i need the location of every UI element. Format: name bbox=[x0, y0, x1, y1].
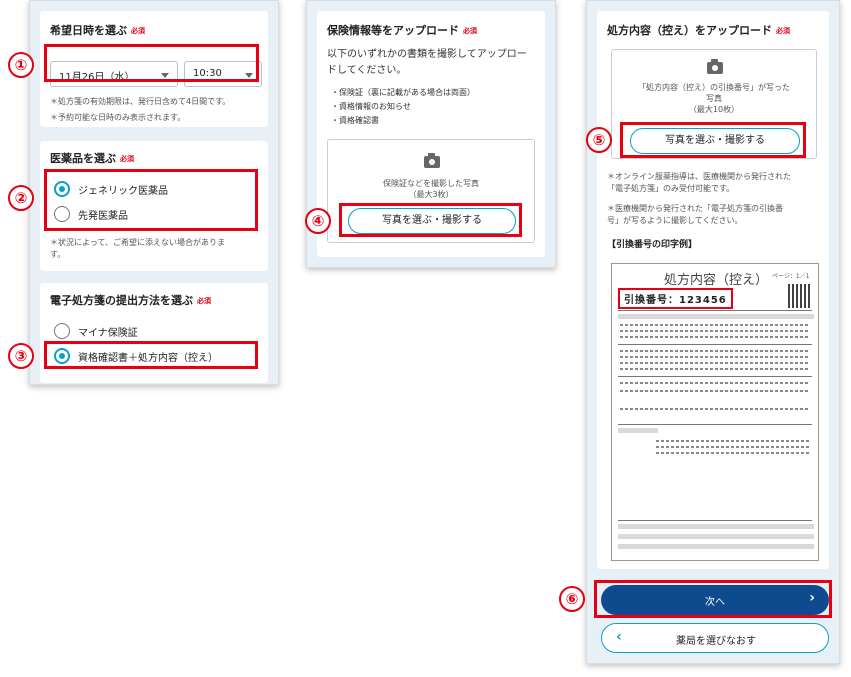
sample-text-row bbox=[620, 330, 810, 332]
required-badge: 必須 bbox=[120, 155, 134, 163]
sample-text-row bbox=[620, 408, 810, 410]
document-list-item: ・資格確認書 bbox=[331, 116, 379, 125]
required-badge: 必須 bbox=[776, 27, 790, 35]
prescription-sample-image: 処方内容（控え） ページ：1／1 引換番号：123456 bbox=[611, 263, 819, 561]
highlight-box-5 bbox=[620, 122, 806, 158]
divider bbox=[618, 520, 812, 521]
screen-prescription-upload: 処方内容（控え）をアップロード 必須 「処方内容（控え）の引換番号」が写った 写真… bbox=[586, 0, 840, 664]
insurance-upload-title: 保険情報等をアップロード 必須 bbox=[327, 24, 477, 37]
sample-text-row bbox=[656, 440, 810, 442]
sample-text-row bbox=[656, 446, 810, 448]
prescription-upload-hint: 「処方内容（控え）の引換番号」が写った 写真 （最大10枚） bbox=[638, 83, 790, 114]
medicine-note: ＊状況によって、ご希望に添えない場合がありま す。 bbox=[50, 238, 225, 259]
reselect-pharmacy-label: 薬局を選びなおす bbox=[676, 636, 756, 647]
highlight-box-4 bbox=[339, 203, 522, 237]
prescription-note-online: ＊オンライン服薬指導は、医療機関から発行された 「電子処方箋」のみ受付可能です。 bbox=[607, 172, 791, 193]
sample-footer-row bbox=[618, 534, 814, 539]
divider bbox=[618, 344, 812, 345]
camera-icon bbox=[707, 59, 723, 74]
radio-my-number-card-label: マイナ保険証 bbox=[78, 327, 138, 339]
divider bbox=[618, 310, 812, 311]
sample-text-row bbox=[620, 350, 810, 352]
example-label: 【引換番号の印字例】 bbox=[607, 240, 698, 250]
date-note-expiry: ＊処方箋の有効期限は、発行日含めて4日間です。 bbox=[50, 97, 231, 106]
insurance-upload-hint: 保険証などを撮影した写真 （最大3枚） bbox=[383, 179, 479, 199]
insurance-upload-description: 以下のいずれかの書類を撮影してアップロー ドしてください。 bbox=[327, 49, 527, 76]
marker-6: ⑥ bbox=[559, 586, 585, 612]
sample-text-row bbox=[620, 362, 810, 364]
divider bbox=[618, 376, 812, 377]
sample-text-row bbox=[620, 324, 810, 326]
camera-icon bbox=[424, 153, 440, 168]
sample-text-row bbox=[620, 368, 810, 370]
document-list-item: ・資格情報のお知らせ bbox=[331, 102, 411, 111]
prescription-note-photo: ＊医療機関から発行された「電子処方箋の引換番 号」が写るように撮影してください。 bbox=[607, 204, 783, 225]
highlight-box-1 bbox=[44, 44, 259, 82]
highlight-box-6 bbox=[594, 580, 832, 618]
marker-3: ③ bbox=[8, 343, 34, 369]
marker-5: ⑤ bbox=[586, 127, 612, 153]
sample-header-row bbox=[618, 314, 814, 319]
required-badge: 必須 bbox=[131, 27, 145, 35]
prescription-upload-card: 処方内容（控え）をアップロード 必須 「処方内容（控え）の引換番号」が写った 写真… bbox=[597, 11, 829, 569]
marker-4: ④ bbox=[305, 208, 331, 234]
date-section-title: 希望日時を選ぶ 必須 bbox=[50, 24, 145, 37]
highlight-box-2 bbox=[44, 169, 258, 231]
medicine-section-title: 医薬品を選ぶ 必須 bbox=[50, 152, 134, 165]
reselect-pharmacy-button[interactable]: ‹ 薬局を選びなおす bbox=[601, 623, 829, 653]
marker-2: ② bbox=[8, 185, 34, 211]
submit-method-title: 電子処方箋の提出方法を選ぶ 必須 bbox=[50, 294, 211, 307]
sample-text-row bbox=[620, 382, 810, 384]
radio-button bbox=[54, 323, 70, 339]
required-badge: 必須 bbox=[197, 297, 211, 305]
sample-footer-row bbox=[618, 524, 814, 529]
sample-text-row bbox=[656, 452, 810, 454]
sample-text-row bbox=[620, 336, 810, 338]
highlight-box-3 bbox=[44, 341, 258, 369]
sample-text-row bbox=[620, 390, 810, 392]
radio-my-number-card[interactable]: マイナ保険証 bbox=[54, 323, 138, 339]
qr-code-icon bbox=[788, 284, 812, 308]
prescription-upload-title: 処方内容（控え）をアップロード 必須 bbox=[607, 24, 790, 37]
date-note-available: ＊予約可能な日時のみ表示されます。 bbox=[50, 113, 186, 122]
required-badge: 必須 bbox=[463, 27, 477, 35]
divider bbox=[618, 424, 812, 425]
sample-doc-page: ページ：1／1 bbox=[772, 273, 810, 280]
sample-text-row bbox=[620, 356, 810, 358]
document-list-item: ・保険証（裏に記載がある場合は両面） bbox=[331, 88, 475, 97]
sample-section-header bbox=[618, 428, 658, 433]
sample-exchange-code: 引換番号：123456 bbox=[618, 288, 733, 309]
sample-footer-row bbox=[618, 544, 814, 549]
marker-1: ① bbox=[8, 52, 34, 78]
sample-doc-title: 処方内容（控え） bbox=[664, 273, 769, 288]
